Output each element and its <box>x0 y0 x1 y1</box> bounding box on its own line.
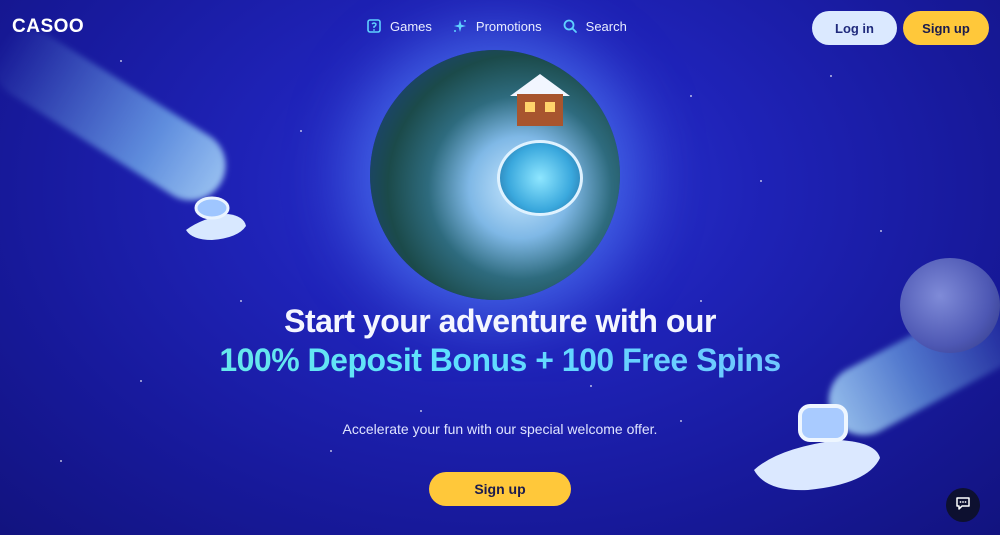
nav-promotions[interactable]: Promotions <box>452 18 542 34</box>
nav-promotions-label: Promotions <box>475 18 542 34</box>
hero-subtitle: Accelerate your fun with our special wel… <box>342 421 658 437</box>
main-nav: Games Promotions Search <box>366 18 627 34</box>
spaceship-left-illustration <box>186 196 246 240</box>
signup-button-header[interactable]: Sign up <box>903 11 989 45</box>
games-icon <box>366 18 382 34</box>
nav-search[interactable]: Search <box>562 18 627 34</box>
nav-games[interactable]: Games <box>366 18 432 34</box>
chat-button[interactable] <box>946 488 980 522</box>
hero-title: Start your adventure with our <box>284 303 716 339</box>
rocket-trail-left <box>0 16 239 214</box>
portal-illustration <box>497 140 583 216</box>
signup-button-hero[interactable]: Sign up <box>429 472 571 506</box>
spaceship-right-illustration <box>754 404 880 491</box>
chat-icon <box>954 494 972 517</box>
search-icon <box>562 18 578 34</box>
cabin-illustration <box>510 74 570 126</box>
casoo-logo[interactable]: CASOO <box>12 16 84 38</box>
login-button[interactable]: Log in <box>812 11 897 45</box>
sparkles-icon <box>452 18 468 34</box>
nav-games-label: Games <box>390 18 432 34</box>
hero-bonus-title: 100% Deposit Bonus + 100 Free Spins <box>0 342 1000 379</box>
nav-search-label: Search <box>585 18 627 34</box>
